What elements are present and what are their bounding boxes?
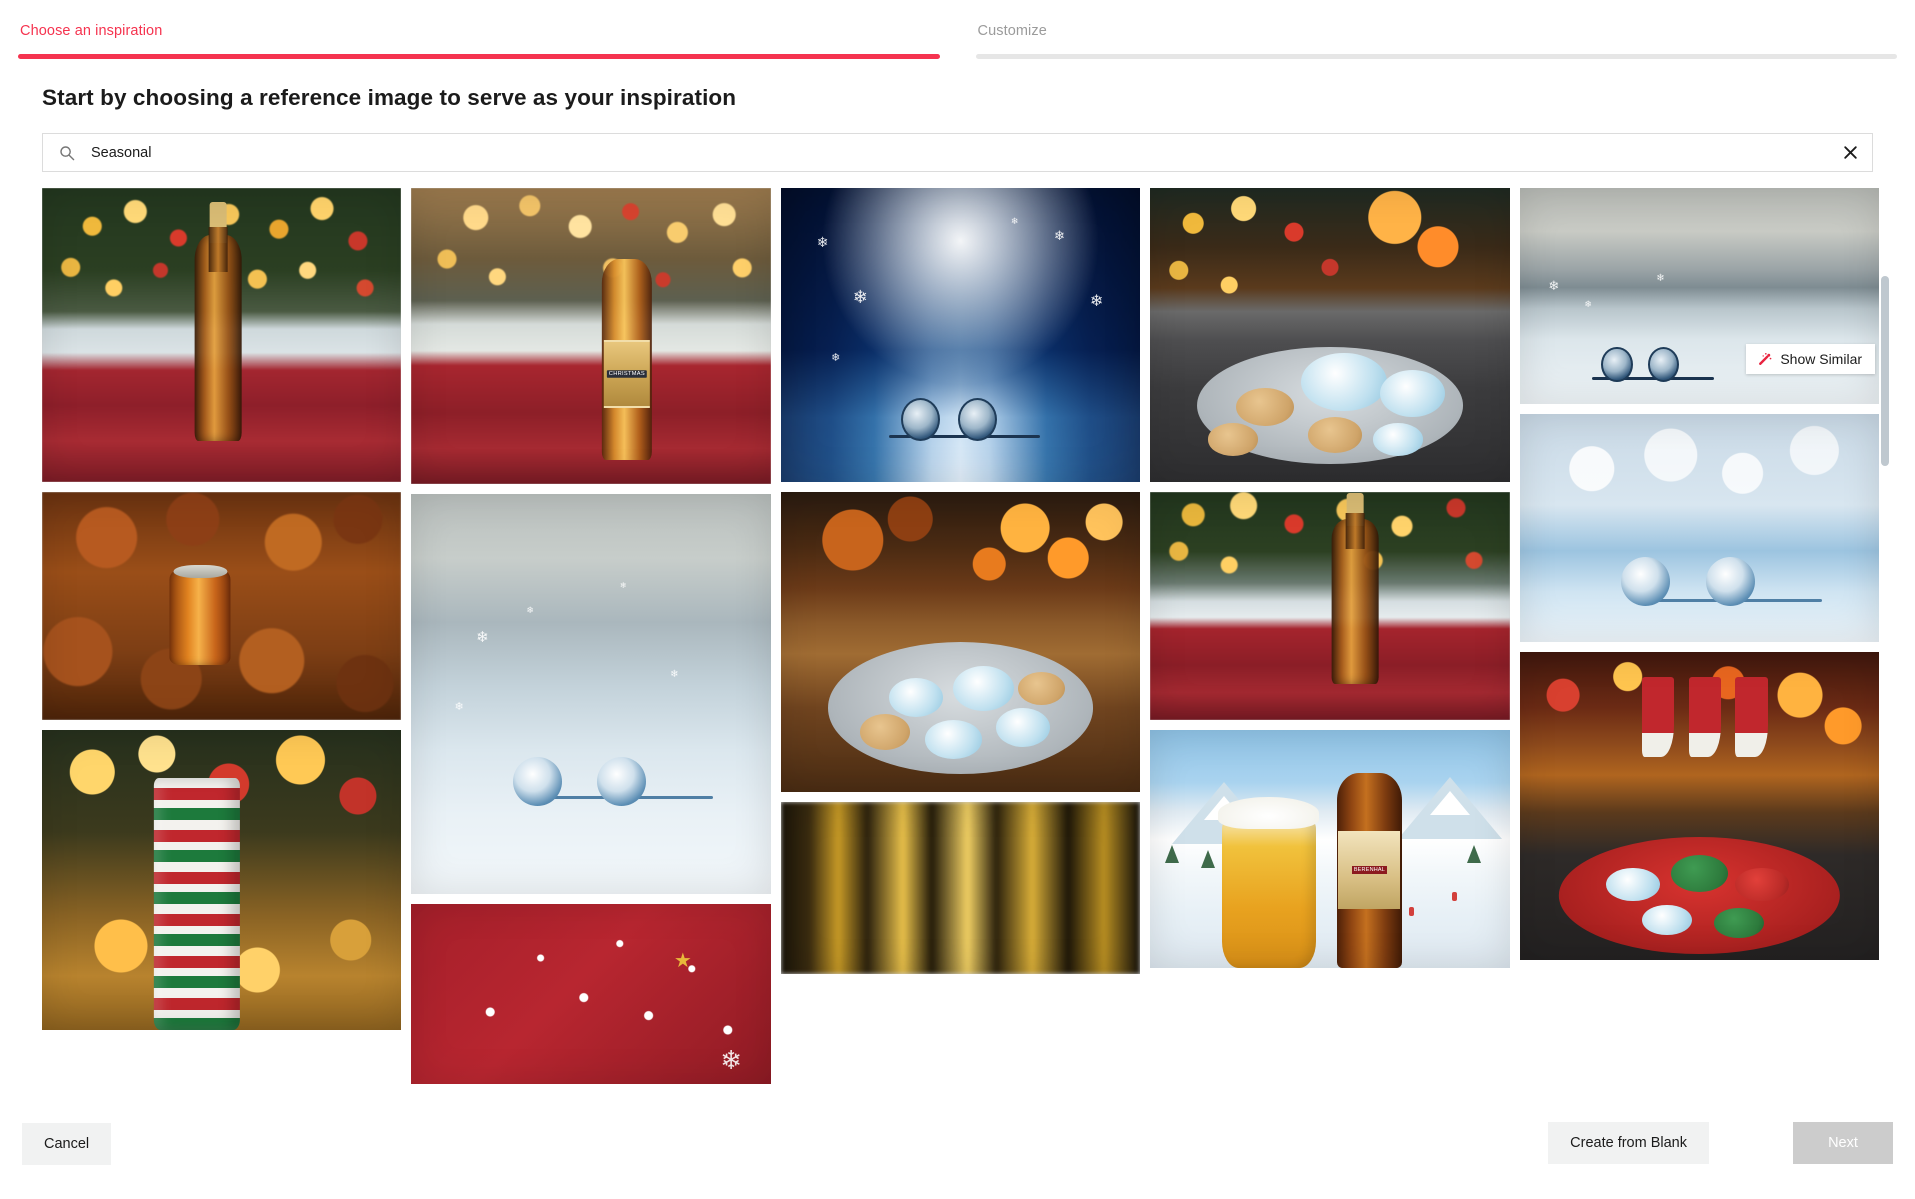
gallery-column: ❄ ❄ ❄ ❄ ❄ ❄ bbox=[780, 188, 1141, 974]
page-title: Start by choosing a reference image to s… bbox=[42, 85, 737, 110]
wizard-stepper: Choose an inspiration Customize bbox=[0, 0, 1915, 59]
tab-choose-inspiration-bar bbox=[18, 54, 940, 59]
inspiration-tile-13[interactable] bbox=[780, 802, 1141, 974]
inspiration-tile-5[interactable]: ❄ ❄ ❄ Show Similar bbox=[1519, 188, 1879, 404]
inspiration-tile-12[interactable]: ★ ❄ bbox=[411, 904, 771, 1084]
clear-search-button[interactable] bbox=[1828, 134, 1872, 171]
gallery-column: CHRISTMAS ❄ ❄ ❄ ❄ ❄ ★ ❄ bbox=[411, 188, 771, 1084]
dialog-footer: Cancel Create from Blank Next bbox=[0, 1103, 1915, 1199]
search-input[interactable] bbox=[75, 143, 1828, 162]
inspiration-tile-6[interactable] bbox=[42, 492, 402, 720]
inspiration-tile-9[interactable] bbox=[1150, 492, 1510, 720]
inspiration-tile-14[interactable] bbox=[1519, 414, 1879, 642]
inspiration-tile-3[interactable]: ❄ ❄ ❄ ❄ ❄ ❄ bbox=[780, 188, 1141, 482]
inspiration-tile-8[interactable] bbox=[780, 492, 1141, 792]
gallery-column bbox=[42, 188, 402, 1030]
inspiration-tile-2[interactable]: CHRISTMAS bbox=[411, 188, 771, 484]
tab-customize-label: Customize bbox=[977, 23, 1047, 39]
next-button[interactable]: Next bbox=[1793, 1122, 1893, 1164]
tab-customize-bar bbox=[975, 54, 1897, 59]
tab-choose-inspiration[interactable]: Choose an inspiration bbox=[0, 0, 958, 59]
show-similar-label: Show Similar bbox=[1780, 351, 1863, 367]
search-bar[interactable] bbox=[42, 133, 1873, 172]
inspiration-tile-15[interactable] bbox=[1519, 652, 1879, 960]
tab-customize[interactable]: Customize bbox=[958, 0, 1915, 59]
show-similar-button[interactable]: Show Similar bbox=[1746, 344, 1876, 374]
inspiration-tile-7[interactable]: ❄ ❄ ❄ ❄ ❄ bbox=[411, 494, 771, 894]
gallery-column: ❄ ❄ ❄ Show Similar bbox=[1519, 188, 1879, 960]
gallery-scrollbar[interactable] bbox=[1881, 188, 1889, 1089]
create-from-blank-button[interactable]: Create from Blank bbox=[1548, 1122, 1709, 1164]
cancel-button[interactable]: Cancel bbox=[22, 1123, 112, 1165]
gallery-column: BERENHAL bbox=[1150, 188, 1510, 968]
inspiration-gallery[interactable]: CHRISTMAS ❄ ❄ ❄ ❄ ❄ ★ ❄ ❄ ❄ ❄ ❄ ❄ ❄ BERE… bbox=[42, 188, 1879, 1089]
gallery-scrollbar-thumb[interactable] bbox=[1881, 276, 1889, 466]
inspiration-tile-4[interactable] bbox=[1150, 188, 1510, 482]
inspiration-tile-1[interactable] bbox=[42, 188, 402, 482]
tab-choose-inspiration-label: Choose an inspiration bbox=[20, 23, 163, 39]
magic-wand-icon bbox=[1759, 352, 1772, 365]
inspiration-tile-10[interactable]: BERENHAL bbox=[1150, 730, 1510, 968]
search-icon bbox=[59, 145, 75, 161]
inspiration-tile-11[interactable] bbox=[42, 730, 402, 1030]
